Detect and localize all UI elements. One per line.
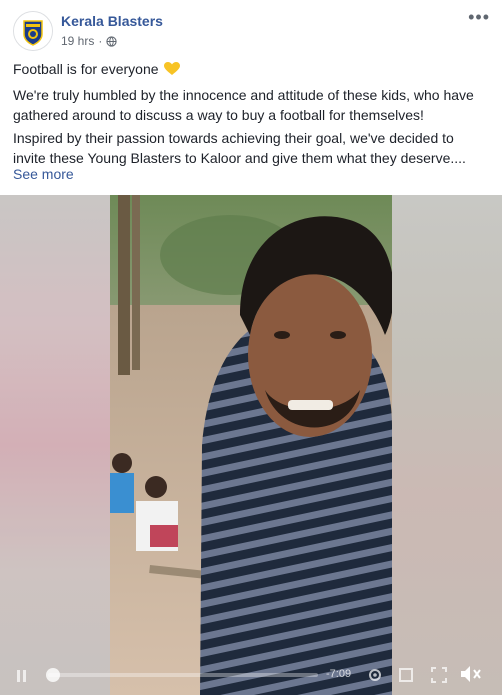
post-text-paragraph-1: We're truly humbled by the innocence and… [13,87,474,123]
post-text-paragraph-2: Inspired by their passion towards achiev… [13,130,466,166]
volume-icon[interactable] [460,665,482,683]
video-scrubber[interactable] [46,668,60,682]
video-player[interactable]: -7:09 [0,195,502,695]
author-name[interactable]: Kerala Blasters [61,13,163,29]
gear-icon[interactable] [367,667,383,683]
post-text-line-1: Football is for everyone [13,60,490,80]
post-options-button[interactable]: ••• [468,8,490,26]
video-time-remaining: -7:09 [326,668,352,680]
globe-icon[interactable] [106,35,117,47]
meta-dot: · [98,34,103,48]
kerala-blasters-logo[interactable] [13,11,53,51]
facebook-post: Kerala Blasters 19 hrs · ••• Football is… [0,0,502,695]
post-meta: 19 hrs · [61,34,117,48]
video-blur-left [0,195,110,695]
post-time[interactable]: 19 hrs [61,34,94,48]
yellow-heart-icon [164,62,181,75]
video-blur-right [392,195,502,695]
video-progress-bar[interactable] [48,673,318,677]
video-controls: -7:09 [0,659,502,695]
post-headline: Football is for everyone [13,61,159,77]
video-frame [110,195,392,695]
see-more-link[interactable]: See more [13,166,74,182]
fullscreen-icon[interactable] [398,667,414,683]
pause-icon[interactable] [17,669,29,682]
expand-icon[interactable] [431,667,447,683]
